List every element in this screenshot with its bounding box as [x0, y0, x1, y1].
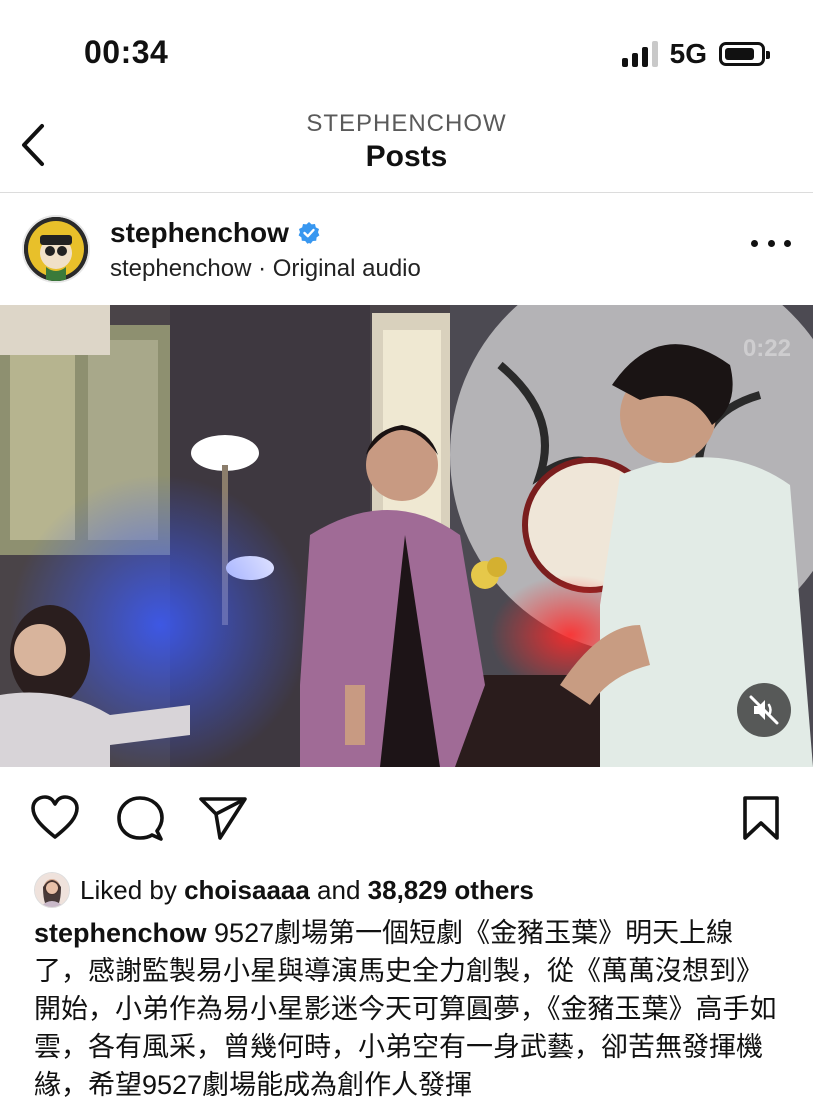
speaker-muted-icon — [749, 695, 779, 725]
more-options-button[interactable] — [751, 233, 791, 253]
status-indicators: 5G — [621, 38, 770, 70]
post-username[interactable]: stephenchow — [110, 217, 289, 249]
heart-icon[interactable] — [30, 795, 80, 841]
liked-by-others[interactable]: 38,829 others — [368, 875, 534, 905]
video-watermark: 0:22 — [742, 335, 791, 362]
more-horizontal-icon — [751, 239, 758, 247]
likes-text: Liked by choisaaaa and 38,829 others — [80, 875, 534, 906]
username-row: stephenchow — [110, 217, 321, 249]
comment-bubble-icon[interactable] — [116, 795, 164, 843]
avatar[interactable] — [22, 215, 90, 283]
page-header: STEPHENCHOW Posts — [0, 100, 813, 193]
avatar-image — [24, 217, 88, 281]
status-time: 00:34 — [84, 34, 169, 70]
post-header: stephenchow stephenchow · Original audio — [0, 193, 813, 305]
verified-badge-icon — [298, 222, 320, 244]
liked-by-conjunction: and — [309, 874, 368, 905]
signal-icon — [621, 41, 658, 67]
bookmark-icon[interactable] — [742, 795, 780, 841]
post-video[interactable]: 0:22 — [0, 305, 813, 767]
likes-summary[interactable]: Liked by choisaaaa and 38,829 others — [34, 870, 534, 910]
post-actions — [0, 767, 813, 867]
paper-plane-icon[interactable] — [198, 795, 248, 841]
mute-button[interactable] — [737, 683, 791, 737]
caption-username[interactable]: stephenchow — [34, 918, 207, 948]
audio-link[interactable]: stephenchow · Original audio — [110, 255, 421, 283]
video-frame — [0, 305, 813, 767]
network-label: 5G — [669, 38, 707, 69]
liked-by-prefix: Liked by — [80, 874, 185, 905]
status-bar: 00:34 5G — [0, 0, 813, 100]
liker-avatar — [34, 872, 70, 908]
liked-by-username[interactable]: choisaaaa — [184, 875, 310, 905]
header-subtitle: STEPHENCHOW — [306, 110, 507, 137]
battery-icon — [719, 42, 770, 66]
page-title: Posts — [365, 140, 448, 173]
post-caption: stephenchow 9527劇場第一個短劇《金豬玉葉》明天上線了，感謝監製易… — [34, 914, 784, 1104]
